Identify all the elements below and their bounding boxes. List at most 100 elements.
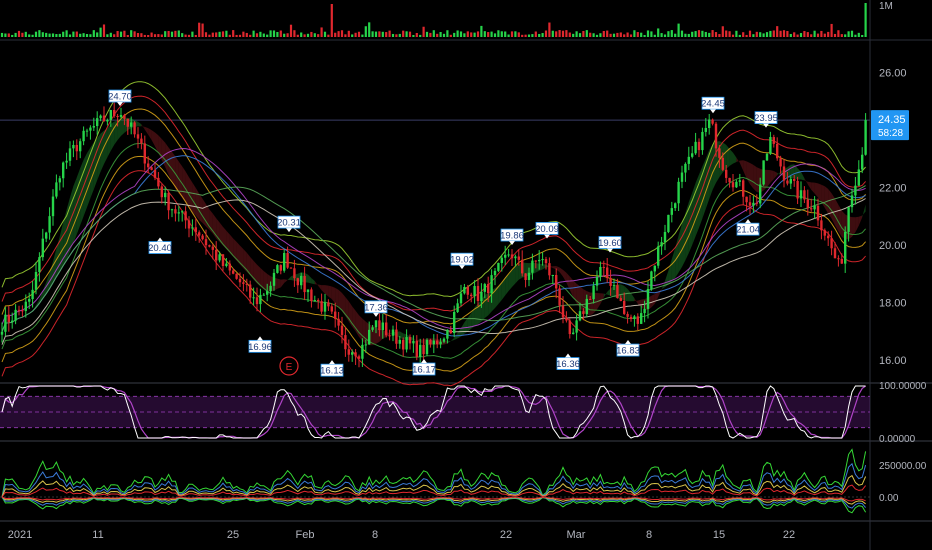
volume-bar bbox=[408, 31, 412, 37]
volume-bar bbox=[572, 33, 575, 37]
volume-bar bbox=[252, 30, 255, 37]
candle bbox=[497, 262, 500, 271]
volume-bar bbox=[126, 34, 129, 37]
candle bbox=[725, 169, 728, 178]
volume-bar bbox=[357, 31, 361, 37]
candle bbox=[334, 311, 337, 319]
volume-bar bbox=[602, 31, 605, 37]
volume-bar bbox=[738, 34, 741, 37]
volume-bar bbox=[816, 33, 820, 37]
candle bbox=[609, 278, 612, 286]
volume-bar bbox=[806, 32, 809, 37]
volume-bar bbox=[748, 30, 752, 37]
volume-bar bbox=[510, 31, 514, 37]
candle bbox=[354, 352, 357, 357]
volume-bar bbox=[82, 33, 85, 37]
volume-bar bbox=[72, 31, 75, 37]
volume-bar bbox=[334, 32, 337, 37]
time-tick-label: 2021 bbox=[8, 529, 32, 541]
candle bbox=[459, 293, 463, 304]
volume-axis-label: 1M bbox=[879, 1, 893, 12]
candle bbox=[803, 190, 806, 200]
candle bbox=[55, 182, 58, 197]
volume-bar bbox=[412, 34, 415, 37]
volume-bar bbox=[517, 32, 520, 37]
candle bbox=[286, 253, 289, 268]
candle bbox=[130, 122, 133, 127]
candle bbox=[184, 211, 187, 221]
candle bbox=[160, 186, 163, 198]
candle bbox=[796, 180, 799, 199]
candle bbox=[456, 303, 459, 312]
volume-bar bbox=[561, 30, 565, 37]
candle bbox=[65, 160, 68, 163]
volume-bar bbox=[684, 33, 687, 37]
candle bbox=[24, 301, 27, 311]
volume-bar bbox=[259, 31, 262, 37]
volume-bar bbox=[133, 31, 136, 37]
volume-bar bbox=[657, 28, 660, 37]
volume-bar bbox=[45, 32, 48, 37]
volume-bar bbox=[92, 30, 95, 37]
volume-bar bbox=[313, 33, 316, 37]
chart-canvas[interactable]: 24.70 20.31 17.36 19.02 19.86 20.09 19.60 24.45… bbox=[0, 0, 932, 550]
candle bbox=[786, 180, 789, 184]
candle bbox=[109, 110, 112, 120]
candle bbox=[191, 227, 194, 229]
volume-bar bbox=[606, 30, 609, 37]
candle bbox=[164, 192, 167, 198]
vo-tick-label: 250000.00 bbox=[879, 461, 927, 472]
candle bbox=[215, 249, 218, 261]
candle bbox=[289, 267, 293, 269]
ribbon-fill bbox=[263, 271, 268, 291]
candle bbox=[306, 289, 310, 293]
volume-bar bbox=[585, 30, 588, 37]
candle bbox=[623, 300, 626, 314]
candle bbox=[412, 340, 415, 344]
candle bbox=[391, 329, 395, 336]
candle bbox=[293, 268, 296, 279]
volume-bar bbox=[765, 32, 769, 37]
candle bbox=[718, 148, 721, 158]
volume-bar bbox=[140, 33, 143, 37]
volume-bar bbox=[330, 4, 333, 37]
volume-bar bbox=[306, 33, 310, 37]
volume-bar bbox=[456, 30, 459, 37]
volume-bar bbox=[643, 34, 646, 37]
candle bbox=[126, 118, 129, 127]
volume-bar bbox=[398, 33, 401, 37]
time-tick-label: 11 bbox=[92, 529, 103, 541]
volume-bar bbox=[762, 33, 765, 37]
osc-tick-label: 100.00000 bbox=[879, 381, 927, 392]
candle bbox=[388, 335, 391, 337]
label-text: 16.13 bbox=[320, 366, 344, 377]
candle bbox=[626, 313, 629, 317]
candle bbox=[731, 182, 735, 188]
candle bbox=[177, 212, 180, 214]
volume-bar bbox=[847, 31, 850, 37]
candle bbox=[466, 286, 469, 295]
volume-bar bbox=[38, 30, 41, 37]
candle bbox=[75, 144, 78, 152]
volume-bar bbox=[582, 30, 585, 37]
volume-bar bbox=[262, 33, 265, 37]
volume-bar bbox=[782, 30, 786, 37]
candle bbox=[123, 114, 126, 119]
candle bbox=[34, 271, 38, 290]
time-tick-label: 8 bbox=[646, 529, 652, 541]
candle bbox=[538, 259, 541, 262]
volume-bar bbox=[667, 31, 670, 37]
volume-bar bbox=[337, 31, 340, 37]
candle bbox=[575, 320, 578, 333]
volume-bar bbox=[79, 33, 82, 37]
volume-bar bbox=[463, 33, 466, 37]
volume-bar bbox=[548, 22, 551, 37]
volume-bar bbox=[459, 31, 463, 37]
volume-bar bbox=[429, 32, 432, 37]
candle bbox=[500, 257, 503, 263]
candle bbox=[194, 227, 197, 233]
label-text: 21.04 bbox=[736, 225, 760, 236]
volume-bar bbox=[296, 34, 299, 37]
candle bbox=[810, 208, 813, 210]
volume-bar bbox=[697, 30, 701, 37]
